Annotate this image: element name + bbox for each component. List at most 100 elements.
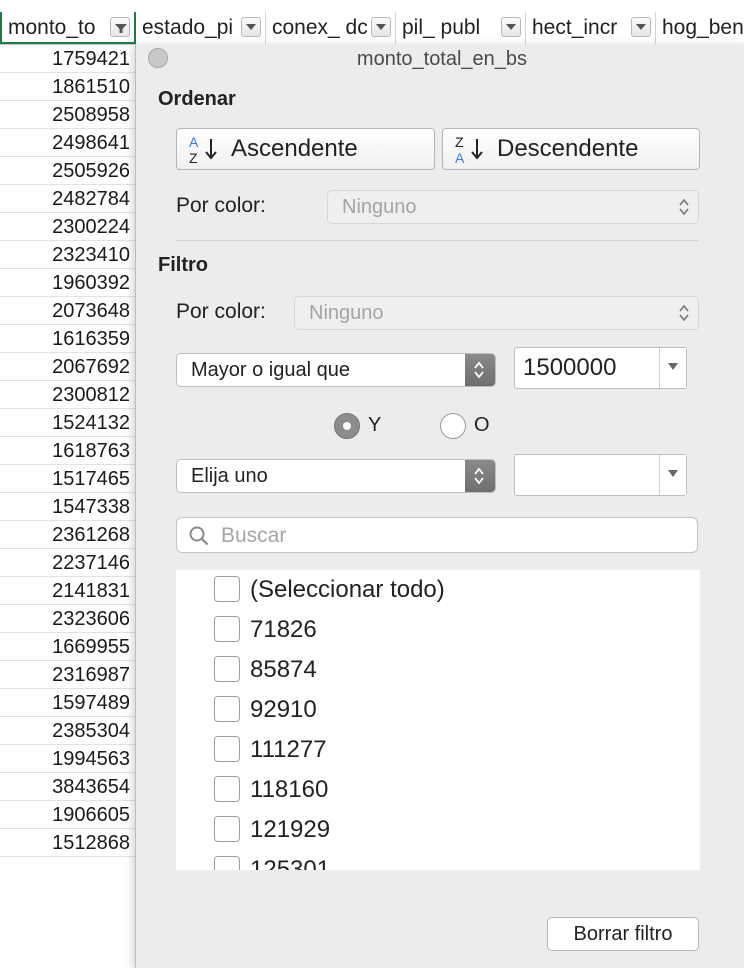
table-cell[interactable]: 2300812 <box>0 381 136 409</box>
sort-ascending-button[interactable]: A Z Ascendente <box>176 128 435 170</box>
chevron-updown-icon <box>465 354 495 386</box>
table-cell[interactable]: 2323606 <box>0 605 136 633</box>
search-input[interactable] <box>219 521 683 551</box>
list-item[interactable]: 85874 <box>214 652 317 688</box>
condition1-value: Mayor o igual que <box>191 359 350 381</box>
table-cell[interactable]: 1616359 <box>0 325 136 353</box>
table-cell[interactable]: 1960392 <box>0 269 136 297</box>
list-item-label: 85874 <box>250 656 317 683</box>
chevron-down-icon[interactable] <box>241 17 261 37</box>
checkbox-icon[interactable] <box>214 655 240 682</box>
column-header-label: hog_ben <box>662 16 744 39</box>
table-cell[interactable]: 2385304 <box>0 717 136 745</box>
column-header-row: monto_to estado_pi conex_ dc pil_ publ h… <box>0 12 744 45</box>
table-cell[interactable]: 1669955 <box>0 633 136 661</box>
list-item[interactable]: 118160 <box>214 772 328 808</box>
value1-combo[interactable]: 1500000 <box>514 347 687 389</box>
table-cell[interactable]: 2141831 <box>0 577 136 605</box>
checkbox-icon[interactable] <box>214 615 240 642</box>
table-cell[interactable]: 3843654 <box>0 773 136 801</box>
column-cells: 1759421 1861510 2508958 2498641 2505926 24827… <box>0 45 136 857</box>
table-cell[interactable]: 2237146 <box>0 549 136 577</box>
chevron-down-icon[interactable] <box>501 17 521 37</box>
filter-section-title: Filtro <box>158 254 208 276</box>
svg-text:A: A <box>189 134 199 150</box>
table-cell[interactable]: 2073648 <box>0 297 136 325</box>
table-cell[interactable]: 1547338 <box>0 493 136 521</box>
list-item-label: 92910 <box>250 696 317 723</box>
table-cell[interactable]: 1517465 <box>0 465 136 493</box>
column-header-monto[interactable]: monto_to <box>0 12 136 44</box>
column-header-hog[interactable]: hog_ben <box>656 12 744 44</box>
checkbox-icon[interactable] <box>214 815 240 842</box>
table-cell[interactable]: 2505926 <box>0 157 136 185</box>
table-cell[interactable]: 1906605 <box>0 801 136 829</box>
column-header-hect[interactable]: hect_incr <box>526 12 656 44</box>
column-header-label: monto_to <box>8 16 96 39</box>
column-header-conex[interactable]: conex_ dc <box>266 12 396 44</box>
checkbox-icon[interactable] <box>214 695 240 722</box>
chevron-down-icon[interactable] <box>371 17 391 37</box>
table-cell[interactable]: 2316987 <box>0 661 136 689</box>
value1-text: 1500000 <box>523 354 617 381</box>
table-cell[interactable]: 1759421 <box>0 45 136 73</box>
table-cell[interactable]: 1994563 <box>0 745 136 773</box>
search-field[interactable] <box>176 517 698 553</box>
condition1-select[interactable]: Mayor o igual que <box>176 353 496 387</box>
sort-descending-label: Descendente <box>497 135 639 162</box>
list-item[interactable]: 71826 <box>214 612 317 648</box>
list-item-label: 121929 <box>250 816 331 843</box>
column-header-estado[interactable]: estado_pi <box>136 12 266 44</box>
column-header-label: pil_ publ <box>402 16 481 39</box>
checkbox-icon[interactable] <box>214 735 240 762</box>
table-cell[interactable]: 2067692 <box>0 353 136 381</box>
condition2-select[interactable]: Elija uno <box>176 459 496 493</box>
table-cell[interactable]: 2323410 <box>0 241 136 269</box>
table-cell[interactable]: 1512868 <box>0 829 136 857</box>
table-cell[interactable]: 2482784 <box>0 185 136 213</box>
or-radio[interactable]: O <box>440 412 490 439</box>
chevron-down-icon[interactable] <box>659 348 686 388</box>
column-header-label: estado_pi <box>142 16 234 39</box>
column-header-label: hect_incr <box>532 16 618 39</box>
chevron-updown-icon <box>679 304 689 322</box>
list-item[interactable]: 121929 <box>214 812 330 848</box>
chevron-down-icon[interactable] <box>631 17 651 37</box>
radio-unchecked-icon <box>440 412 466 439</box>
list-item[interactable]: 125301 <box>214 852 330 870</box>
list-item[interactable]: 111277 <box>214 732 327 768</box>
sort-az-icon: A Z <box>189 134 217 165</box>
column-header-pil[interactable]: pil_ publ <box>396 12 526 44</box>
filter-active-icon[interactable] <box>110 17 130 37</box>
table-cell[interactable]: 2508958 <box>0 101 136 129</box>
sort-descending-button[interactable]: Z A Descendente <box>442 128 700 170</box>
table-cell[interactable]: 1861510 <box>0 73 136 101</box>
table-cell[interactable]: 1597489 <box>0 689 136 717</box>
sort-za-icon: Z A <box>455 134 483 165</box>
search-icon <box>189 526 209 546</box>
checkbox-icon[interactable] <box>214 855 240 870</box>
list-item-label: (Seleccionar todo) <box>250 576 445 603</box>
list-item[interactable]: (Seleccionar todo) <box>214 572 445 608</box>
sort-color-value: Ninguno <box>342 196 417 218</box>
sort-ascending-label: Ascendente <box>231 135 358 162</box>
and-radio[interactable]: Y <box>334 412 381 439</box>
chevron-down-icon[interactable] <box>659 455 686 495</box>
or-label: O <box>474 414 490 436</box>
list-item[interactable]: 92910 <box>214 692 317 728</box>
list-item-label: 111277 <box>250 736 327 763</box>
checkbox-icon[interactable] <box>214 575 240 602</box>
condition2-value: Elija uno <box>191 465 268 487</box>
table-cell[interactable]: 2361268 <box>0 521 136 549</box>
clear-filter-button[interactable]: Borrar filtro <box>547 917 699 951</box>
table-cell[interactable]: 2498641 <box>0 129 136 157</box>
checkbox-icon[interactable] <box>214 775 240 802</box>
value-list: (Seleccionar todo) 71826 85874 92910 111277 1… <box>176 570 700 870</box>
value2-combo[interactable] <box>514 454 687 496</box>
filter-color-select[interactable]: Ninguno <box>294 296 699 330</box>
table-cell[interactable]: 1524132 <box>0 409 136 437</box>
table-cell[interactable]: 1618763 <box>0 437 136 465</box>
table-cell[interactable]: 2300224 <box>0 213 136 241</box>
sort-color-select[interactable]: Ninguno <box>327 190 699 224</box>
list-item-label: 71826 <box>250 616 317 643</box>
